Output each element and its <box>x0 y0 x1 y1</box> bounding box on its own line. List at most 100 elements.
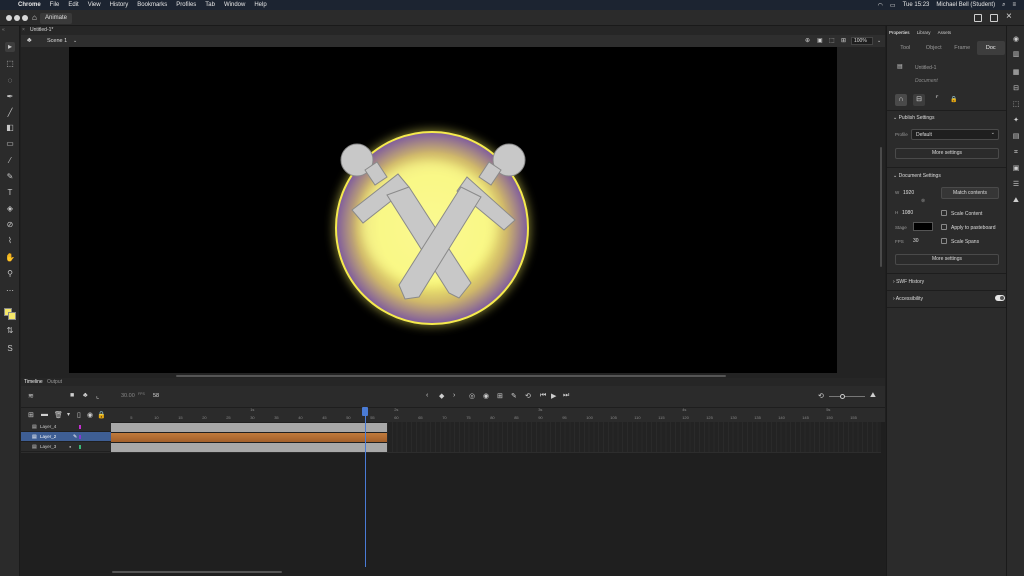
more-settings-button[interactable]: More settings <box>895 148 999 159</box>
accessibility-toggle[interactable] <box>995 295 1005 301</box>
edit-pencil-icon[interactable]: ✎ <box>73 432 77 442</box>
fps-value[interactable]: 30.00 <box>121 393 135 399</box>
chevron-down-icon[interactable]: ⌄ <box>73 35 77 47</box>
fill-color-swatch[interactable] <box>8 312 16 320</box>
layer-row-layer-3[interactable]: ▤ Layer_3 ● <box>21 442 111 452</box>
zoom-select[interactable]: 100% <box>851 37 873 45</box>
rectangle-tool-icon[interactable]: ▭ <box>5 139 15 149</box>
accessibility-header[interactable]: › Accessibility <box>893 296 923 302</box>
menu-tab[interactable]: Tab <box>205 2 215 8</box>
menu-edit[interactable]: Edit <box>68 2 78 8</box>
timeline-zoom-thumb[interactable] <box>840 394 845 399</box>
eraser-tool-icon[interactable]: ◧ <box>5 123 15 133</box>
stage[interactable] <box>69 47 837 373</box>
stage-color-swatch[interactable] <box>913 222 933 231</box>
document-settings-header[interactable]: ⌄ Document Settings <box>893 173 941 179</box>
view-options-icon[interactable]: ⊞ <box>841 35 846 47</box>
history-icon[interactable]: ☰ <box>1011 180 1021 190</box>
new-layer-icon[interactable]: ⊞ <box>28 411 34 419</box>
frame-span-layer-2[interactable] <box>111 433 387 442</box>
menu-help[interactable]: Help <box>254 2 266 8</box>
text-tool-icon[interactable]: T <box>5 188 15 198</box>
go-to-last-frame-icon[interactable]: ⏭ <box>563 392 569 400</box>
layer-parenting-icon[interactable]: ♣ <box>83 392 88 399</box>
fit-stage-icon[interactable]: ⬚ <box>829 35 835 47</box>
frame-span-layer-3[interactable] <box>111 443 387 452</box>
corner-icon[interactable]: ⌜ <box>931 94 943 106</box>
clock[interactable]: Tue 15:23 <box>903 2 930 8</box>
zoom-chevron-icon[interactable]: ⌄ <box>877 35 881 47</box>
tab-timeline[interactable]: Timeline <box>24 378 43 386</box>
scene-panel-icon[interactable]: ⛰ <box>1011 196 1021 206</box>
menu-view[interactable]: View <box>88 2 101 8</box>
align-panel-icon[interactable]: ⊟ <box>1011 84 1021 94</box>
width-input[interactable]: 1920 <box>903 190 914 196</box>
horizontal-scrollbar[interactable] <box>176 375 726 377</box>
publish-settings-header[interactable]: ⌄ Publish Settings <box>893 115 934 121</box>
timeline-zoom-slider[interactable] <box>829 396 865 397</box>
tab-output[interactable]: Output <box>47 378 62 386</box>
highlight-layers-icon[interactable]: ▯ <box>77 411 81 419</box>
visibility-dot-icon[interactable]: ● <box>69 442 71 452</box>
lock-icon[interactable]: 🔒 <box>97 411 106 419</box>
fit-timeline-icon[interactable]: ⟲ <box>818 392 824 400</box>
next-keyframe-icon[interactable]: › <box>453 392 455 399</box>
play-icon[interactable]: ▶ <box>551 392 556 400</box>
close-icon[interactable]: × <box>1006 11 1012 22</box>
insert-keyframe-icon[interactable]: ◆ <box>439 392 444 400</box>
swf-history-header[interactable]: › SWF History <box>893 279 924 285</box>
layer-row-layer-2[interactable]: ▤ Layer_2 ✎ <box>21 432 111 442</box>
lock-doc-icon[interactable]: 🔒 <box>948 94 960 106</box>
frame-ruler[interactable]: 1s 5 10 15 20 25 30 35 40 45 50 55 2s 60 65 70 75 80 85 90 3… <box>111 407 881 423</box>
properties-panel-icon[interactable]: ◉ <box>1011 35 1021 45</box>
panel-tab-properties[interactable]: Properties <box>889 30 910 35</box>
layer-row-layer-4[interactable]: ▤ Layer_4 <box>21 422 111 432</box>
height-input[interactable]: 1080 <box>902 210 913 216</box>
loop-icon[interactable]: ⟲ <box>525 392 531 400</box>
layer-name[interactable]: Layer_4 <box>40 424 56 429</box>
swatches-icon[interactable]: ▣ <box>1011 164 1021 174</box>
layers-icon[interactable]: ≋ <box>28 392 34 400</box>
camera-icon[interactable]: ■ <box>70 392 74 399</box>
fps-input[interactable]: 30 <box>913 238 919 244</box>
zoom-tool-icon[interactable]: ⚲ <box>5 269 15 279</box>
playhead-handle[interactable] <box>362 407 368 416</box>
more-settings-button-2[interactable]: More settings <box>895 254 999 265</box>
profile-select[interactable]: Default ⌄ <box>911 129 999 140</box>
paint-bucket-tool-icon[interactable]: ◈ <box>5 204 15 214</box>
swap-colors-icon[interactable]: ⇅ <box>5 326 15 336</box>
user-name[interactable]: Michael Bell (Student) <box>936 2 995 8</box>
free-transform-tool-icon[interactable]: ⬚ <box>5 59 15 69</box>
pencil-tool-icon[interactable]: ✎ <box>5 172 15 182</box>
brush-icon[interactable]: ✎ <box>511 392 517 400</box>
prev-keyframe-icon[interactable]: ‹ <box>426 392 428 399</box>
show-hide-icon[interactable]: ◉ <box>87 411 93 419</box>
menu-history[interactable]: History <box>110 2 129 8</box>
link-dimensions-icon[interactable]: ⊗ <box>921 198 925 204</box>
motion-presets-icon[interactable]: ✦ <box>1011 116 1021 126</box>
window-minimize-button[interactable] <box>14 15 20 21</box>
onion-skin-outline-icon[interactable]: ◉ <box>483 392 489 400</box>
scale-content-checkbox[interactable] <box>941 210 947 216</box>
selection-tool-icon[interactable]: ▸ <box>5 42 15 52</box>
align-icon[interactable]: ⊟ <box>913 94 925 106</box>
menu-app-name[interactable]: Chrome <box>18 2 41 8</box>
bone-tool-icon[interactable]: ⌇ <box>5 236 15 246</box>
code-snippets-icon[interactable]: ⌗ <box>1011 148 1021 158</box>
frame-span-layer-4[interactable] <box>111 423 387 432</box>
document-tab[interactable]: Untitled-1* <box>25 26 58 35</box>
go-to-first-frame-icon[interactable]: ⏮ <box>540 392 546 400</box>
tab-object[interactable]: Object <box>920 41 949 55</box>
scene-label[interactable]: Scene 1 <box>47 35 67 47</box>
control-center-icon[interactable]: ≡ <box>1012 2 1016 8</box>
onion-skin-icon[interactable]: ◎ <box>469 392 475 400</box>
scene-icon[interactable]: ♣ <box>27 35 32 47</box>
hand-tool-icon[interactable]: ✋ <box>5 253 15 263</box>
lasso-tool-icon[interactable]: ◌ <box>5 76 15 86</box>
collapse-icon[interactable]: « <box>2 27 5 33</box>
center-stage-icon[interactable]: ⊕ <box>805 35 810 47</box>
share-icon[interactable] <box>974 14 982 22</box>
tab-tool[interactable]: Tool <box>891 41 920 55</box>
playhead[interactable] <box>365 407 366 567</box>
brush-tool-icon[interactable]: ╱ <box>5 108 15 118</box>
